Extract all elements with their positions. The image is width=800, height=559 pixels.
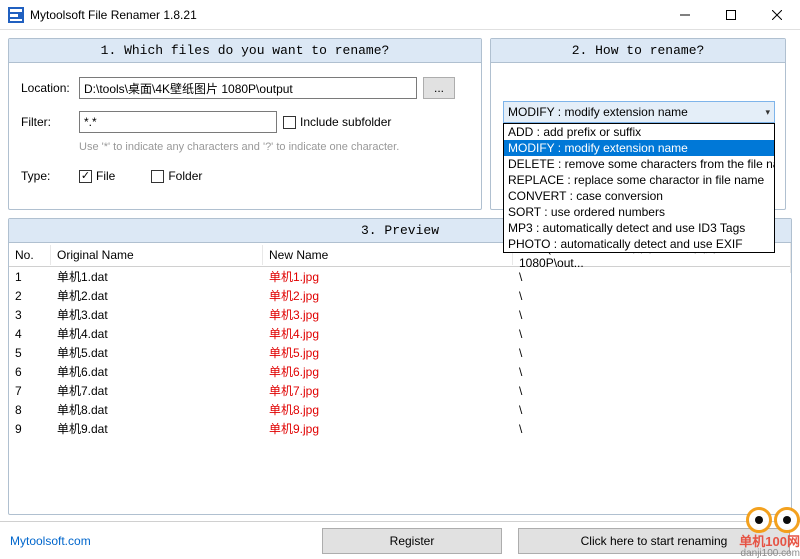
- cell-original: 单机7.dat: [51, 381, 263, 400]
- cell-path: \: [513, 383, 791, 399]
- cell-original: 单机8.dat: [51, 400, 263, 419]
- folder-checkbox[interactable]: [151, 170, 164, 183]
- browse-label: ...: [434, 81, 444, 95]
- footer: Mytoolsoft.com Register Click here to st…: [0, 521, 800, 559]
- window-title: Mytoolsoft File Renamer 1.8.21: [30, 8, 662, 22]
- dropdown-option[interactable]: MODIFY : modify extension name: [504, 140, 774, 156]
- register-label: Register: [390, 534, 435, 548]
- dropdown-option[interactable]: REPLACE : replace some charactor in file…: [504, 172, 774, 188]
- cell-no: 7: [9, 383, 51, 399]
- cell-original: 单机6.dat: [51, 362, 263, 381]
- dropdown-option[interactable]: MP3 : automatically detect and use ID3 T…: [504, 220, 774, 236]
- filter-input[interactable]: [79, 111, 277, 133]
- cell-original: 单机3.dat: [51, 305, 263, 324]
- table-row[interactable]: 8单机8.dat单机8.jpg\: [9, 400, 791, 419]
- vendor-link[interactable]: Mytoolsoft.com: [10, 534, 91, 548]
- cell-new: 单机3.jpg: [263, 305, 513, 324]
- files-panel: 1. Which files do you want to rename? Lo…: [8, 38, 482, 210]
- cell-new: 单机9.jpg: [263, 419, 513, 438]
- rename-panel: 2. How to rename? MODIFY : modify extens…: [490, 38, 786, 210]
- files-panel-title: 1. Which files do you want to rename?: [9, 39, 481, 63]
- cell-original: 单机4.dat: [51, 324, 263, 343]
- table-row[interactable]: 6单机6.dat单机6.jpg\: [9, 362, 791, 381]
- cell-path: \: [513, 364, 791, 380]
- app-icon: [8, 7, 24, 23]
- cell-no: 2: [9, 288, 51, 304]
- filter-hint: Use '*' to indicate any characters and '…: [79, 141, 469, 153]
- table-row[interactable]: 9单机9.dat单机9.jpg\: [9, 419, 791, 438]
- dropdown-option[interactable]: CONVERT : case conversion: [504, 188, 774, 204]
- file-checkbox-label: File: [96, 169, 115, 183]
- table-row[interactable]: 4单机4.dat单机4.jpg\: [9, 324, 791, 343]
- cell-path: \: [513, 288, 791, 304]
- cell-new: 单机5.jpg: [263, 343, 513, 362]
- maximize-button[interactable]: [708, 0, 754, 30]
- dropdown-option[interactable]: SORT : use ordered numbers: [504, 204, 774, 220]
- dropdown-option[interactable]: DELETE : remove some characters from the…: [504, 156, 774, 172]
- close-button[interactable]: [754, 0, 800, 30]
- start-rename-button[interactable]: Click here to start renaming: [518, 528, 790, 554]
- include-subfolder-checkbox[interactable]: [283, 116, 296, 129]
- dropdown-option[interactable]: ADD : add prefix or suffix: [504, 124, 774, 140]
- rename-mode-combo[interactable]: MODIFY : modify extension name ▾: [503, 101, 775, 123]
- table-row[interactable]: 1单机1.dat单机1.jpg\: [9, 267, 791, 286]
- include-subfolder-label: Include subfolder: [300, 115, 391, 129]
- cell-path: \: [513, 402, 791, 418]
- cell-no: 9: [9, 421, 51, 437]
- rename-panel-title: 2. How to rename?: [491, 39, 785, 63]
- folder-checkbox-label: Folder: [168, 169, 202, 183]
- cell-path: \: [513, 326, 791, 342]
- combo-selected: MODIFY : modify extension name: [508, 105, 688, 119]
- minimize-button[interactable]: [662, 0, 708, 30]
- cell-original: 单机9.dat: [51, 419, 263, 438]
- cell-path: \: [513, 421, 791, 437]
- cell-original: 单机1.dat: [51, 267, 263, 286]
- cell-path: \: [513, 269, 791, 285]
- cell-path: \: [513, 345, 791, 361]
- cell-no: 5: [9, 345, 51, 361]
- preview-table-body: 1单机1.dat单机1.jpg\2单机2.dat单机2.jpg\3单机3.dat…: [9, 267, 791, 438]
- cell-new: 单机2.jpg: [263, 286, 513, 305]
- cell-original: 单机2.dat: [51, 286, 263, 305]
- browse-button[interactable]: ...: [423, 77, 455, 99]
- location-label: Location:: [21, 81, 79, 95]
- chevron-down-icon: ▾: [765, 107, 770, 118]
- table-row[interactable]: 7单机7.dat单机7.jpg\: [9, 381, 791, 400]
- location-input[interactable]: [79, 77, 417, 99]
- register-button[interactable]: Register: [322, 528, 502, 554]
- cell-no: 1: [9, 269, 51, 285]
- filter-label: Filter:: [21, 115, 79, 129]
- cell-new: 单机6.jpg: [263, 362, 513, 381]
- cell-no: 3: [9, 307, 51, 323]
- cell-path: \: [513, 307, 791, 323]
- rename-mode-dropdown[interactable]: ADD : add prefix or suffixMODIFY : modif…: [503, 123, 775, 253]
- dropdown-option[interactable]: PHOTO : automatically detect and use EXI…: [504, 236, 774, 252]
- cell-no: 8: [9, 402, 51, 418]
- table-row[interactable]: 5单机5.dat单机5.jpg\: [9, 343, 791, 362]
- table-row[interactable]: 3单机3.dat单机3.jpg\: [9, 305, 791, 324]
- col-no[interactable]: No.: [9, 245, 51, 265]
- cell-new: 单机4.jpg: [263, 324, 513, 343]
- col-original[interactable]: Original Name: [51, 245, 263, 265]
- cell-new: 单机1.jpg: [263, 267, 513, 286]
- cell-new: 单机7.jpg: [263, 381, 513, 400]
- cell-no: 4: [9, 326, 51, 342]
- cell-original: 单机5.dat: [51, 343, 263, 362]
- titlebar: Mytoolsoft File Renamer 1.8.21: [0, 0, 800, 30]
- cell-no: 6: [9, 364, 51, 380]
- table-row[interactable]: 2单机2.dat单机2.jpg\: [9, 286, 791, 305]
- col-new[interactable]: New Name: [263, 245, 513, 265]
- preview-panel: 3. Preview No. Original Name New Name Pa…: [8, 218, 792, 515]
- file-checkbox[interactable]: [79, 170, 92, 183]
- cell-new: 单机8.jpg: [263, 400, 513, 419]
- type-label: Type:: [21, 169, 79, 183]
- start-label: Click here to start renaming: [581, 534, 728, 548]
